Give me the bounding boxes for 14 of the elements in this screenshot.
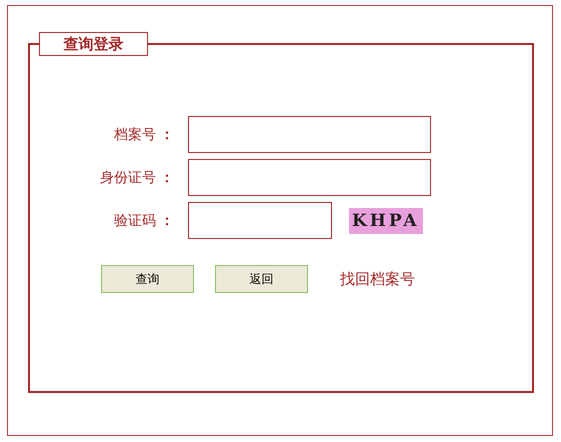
field-label: 验证码 bbox=[114, 212, 156, 230]
captcha-field[interactable] bbox=[188, 202, 332, 239]
panel-title: 查询登录 bbox=[39, 32, 148, 56]
colon: ： bbox=[159, 126, 175, 144]
field-label: 身份证号 bbox=[100, 168, 156, 186]
captcha-image: KHPA bbox=[349, 208, 423, 234]
form-button[interactable]: 查询 bbox=[101, 265, 194, 293]
colon: ： bbox=[159, 168, 175, 186]
colon: ： bbox=[159, 212, 175, 230]
input-field[interactable] bbox=[188, 116, 431, 153]
field-label: 档案号 bbox=[114, 126, 156, 144]
recover-link[interactable]: 找回档案号 bbox=[340, 270, 415, 288]
form-button[interactable]: 返回 bbox=[215, 265, 308, 293]
input-field[interactable] bbox=[188, 159, 431, 196]
